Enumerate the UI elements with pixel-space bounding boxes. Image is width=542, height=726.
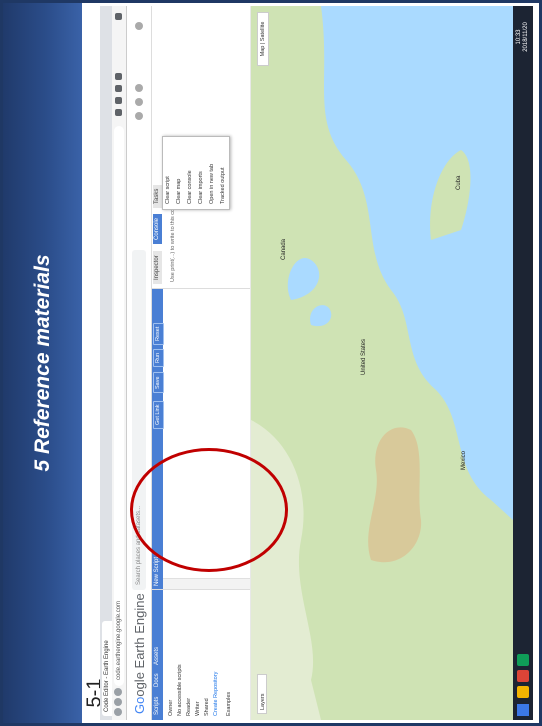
- list-item[interactable]: Writer: [195, 701, 201, 716]
- screenshot-container: Code Editor - Earth Engine code.eartheng…: [100, 6, 533, 720]
- map-label: Cuba: [456, 175, 462, 190]
- help-icon[interactable]: [135, 112, 143, 120]
- earth-engine-logo: Google Earth Engine: [132, 593, 147, 714]
- menu-item-clear-script[interactable]: Clear script: [163, 137, 174, 209]
- forward-icon[interactable]: [114, 698, 122, 706]
- map-view[interactable]: Layers Map | Satellite United States Mex…: [251, 6, 513, 720]
- create-repository-link[interactable]: Create Repository: [213, 672, 219, 716]
- map-label: United States: [361, 338, 367, 375]
- list-item[interactable]: Owner: [168, 700, 174, 716]
- list-item: No accessible scripts: [177, 664, 183, 716]
- editor-title: New Script: [154, 556, 160, 586]
- map-button[interactable]: Map: [260, 46, 266, 57]
- taskbar-clock: 10:33 2018/11/20: [516, 22, 529, 52]
- tab-scripts[interactable]: Scripts: [153, 694, 162, 718]
- run-button[interactable]: Run: [153, 348, 164, 367]
- list-item[interactable]: Examples: [226, 692, 232, 716]
- left-panel-tabs: Scripts Docs Assets: [152, 590, 163, 720]
- satellite-button[interactable]: Satellite: [260, 22, 266, 42]
- extension-icon[interactable]: [115, 97, 122, 104]
- tab-docs[interactable]: Docs: [153, 670, 162, 690]
- menu-item-clear-console[interactable]: Clear console: [185, 137, 196, 209]
- menu-item-open-new-tab[interactable]: Open in new tab: [207, 137, 218, 209]
- reload-icon[interactable]: [114, 688, 122, 696]
- browser-tabbar: Code Editor - Earth Engine: [100, 6, 112, 720]
- notifications-icon[interactable]: [135, 98, 143, 106]
- menu-item-tracked-output[interactable]: Tracked output: [218, 137, 229, 209]
- reset-dropdown-menu: Clear script Clear map Clear console Cle…: [162, 136, 230, 210]
- extension-icon[interactable]: [115, 73, 122, 80]
- slide: 5 Reference materials 5-1 35 Code Editor…: [0, 0, 542, 726]
- chrome-icon[interactable]: [517, 670, 529, 682]
- get-link-button[interactable]: Get Link: [153, 400, 164, 429]
- gee-header: Google Earth Engine Search places and da…: [127, 6, 152, 720]
- app-icon[interactable]: [517, 654, 529, 666]
- apps-icon[interactable]: [135, 84, 143, 92]
- avatar[interactable]: [135, 22, 143, 30]
- menu-item-clear-imports[interactable]: Clear imports: [196, 137, 207, 209]
- line-number-gutter: [163, 578, 250, 589]
- back-icon[interactable]: [114, 708, 122, 716]
- menu-item-clear-map[interactable]: Clear map: [174, 137, 185, 209]
- browser-tab[interactable]: Code Editor - Earth Engine: [102, 621, 112, 716]
- tab-tasks[interactable]: Tasks: [153, 184, 162, 208]
- bookmark-icon[interactable]: [115, 109, 122, 116]
- slide-title: 5 Reference materials: [31, 254, 54, 472]
- map-label: Mexico: [461, 450, 467, 470]
- left-panel: Scripts Docs Assets Owner No accessible …: [152, 589, 250, 720]
- menu-icon[interactable]: [115, 13, 122, 20]
- map-layers-control[interactable]: Layers: [257, 674, 267, 714]
- tab-inspector[interactable]: Inspector: [153, 251, 162, 284]
- explorer-icon[interactable]: [517, 686, 529, 698]
- windows-taskbar: 10:33 2018/11/20: [513, 6, 533, 720]
- list-item[interactable]: Reader: [186, 698, 192, 716]
- reset-button[interactable]: Reset: [153, 322, 164, 345]
- start-icon[interactable]: [517, 704, 529, 716]
- highlight-ellipse: [130, 448, 288, 572]
- save-button[interactable]: Save: [153, 372, 164, 393]
- tab-console[interactable]: Console: [153, 213, 162, 244]
- title-bar: 5 Reference materials: [3, 3, 82, 723]
- url-field[interactable]: code.earthengine.google.com: [114, 126, 124, 686]
- map-terrain: [251, 6, 513, 720]
- map-type-toggle[interactable]: Map | Satellite: [257, 12, 269, 66]
- browser-addressbar: code.earthengine.google.com: [112, 6, 127, 720]
- tab-assets[interactable]: Assets: [153, 644, 162, 668]
- map-label: Canada: [281, 238, 287, 260]
- slide-frame: 5 Reference materials 5-1 35 Code Editor…: [0, 0, 542, 726]
- embedded-screenshot: Code Editor - Earth Engine code.eartheng…: [100, 6, 533, 720]
- list-item[interactable]: Shared: [204, 698, 210, 716]
- extension-icon[interactable]: [115, 85, 122, 92]
